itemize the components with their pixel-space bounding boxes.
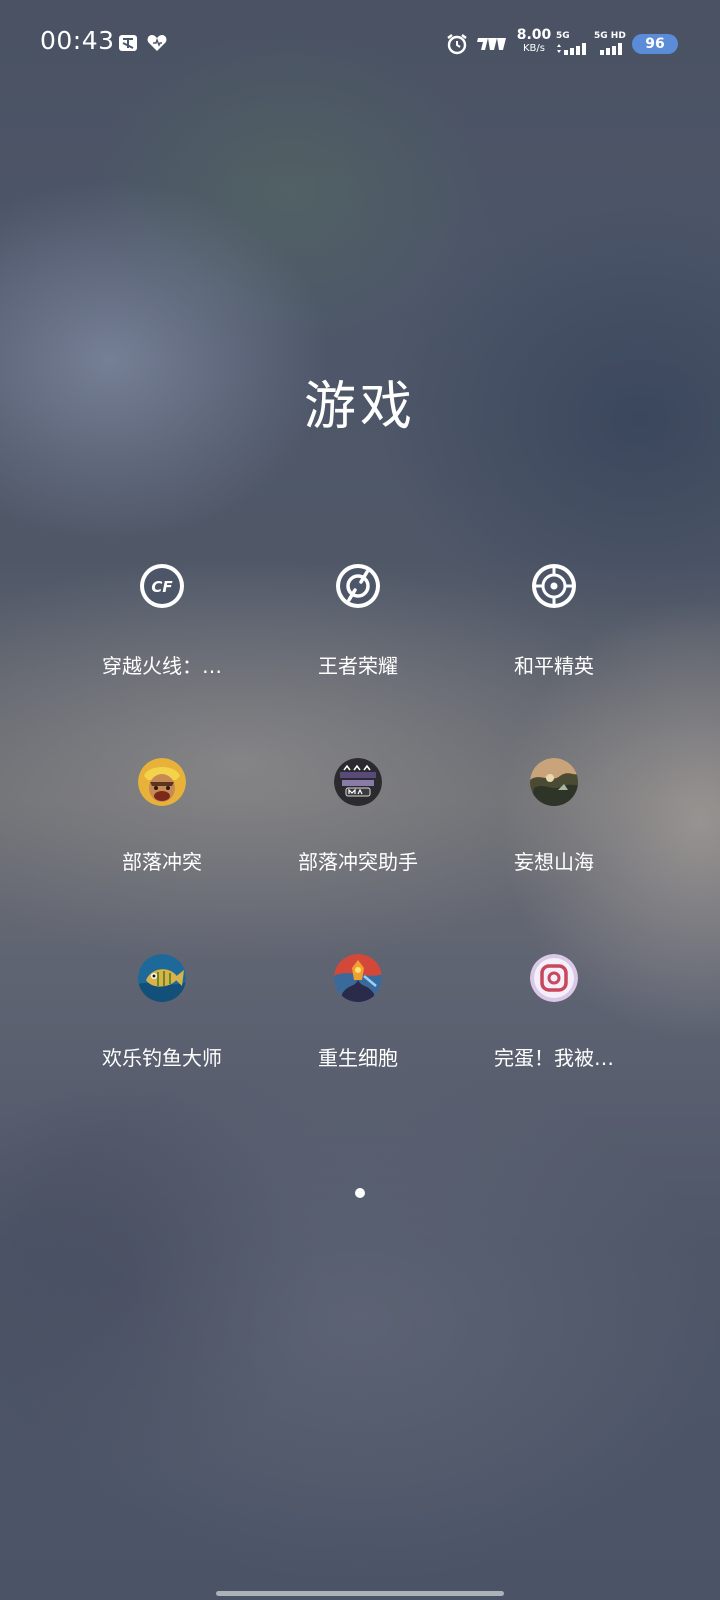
app-label: 重生细胞 xyxy=(318,1046,398,1070)
game-app-icon xyxy=(530,954,578,1002)
fishing-master-icon xyxy=(138,954,186,1002)
folder-title[interactable]: 游戏 xyxy=(0,364,720,439)
alarm-icon xyxy=(447,34,467,55)
page-indicator-dot xyxy=(355,1188,365,1198)
signal-icon xyxy=(557,43,586,55)
clash-of-clans-icon xyxy=(138,758,186,806)
signal-icon xyxy=(600,43,622,55)
sim2-network-label: 5G HD xyxy=(594,31,626,41)
text-notification-icon xyxy=(119,35,137,51)
app-label: 穿越火线：… xyxy=(102,654,222,678)
app-mountains-seas[interactable]: 妄想山海 xyxy=(456,758,652,918)
crossfire-cf-icon: CF xyxy=(140,564,184,608)
app-game-9[interactable]: 完蛋！我被… xyxy=(456,954,652,1114)
app-dead-cells[interactable]: 重生细胞 xyxy=(260,954,456,1114)
clash-helper-icon xyxy=(334,758,382,806)
home-indicator-bar[interactable] xyxy=(216,1591,504,1596)
carrier-logo-icon xyxy=(477,38,506,50)
mountains-seas-icon xyxy=(530,758,578,806)
honor-of-kings-icon xyxy=(336,564,380,608)
sim1-network-label: 5G xyxy=(556,31,570,41)
network-speed: 8.00 KB/s xyxy=(516,27,552,55)
app-label: 欢乐钓鱼大师 xyxy=(102,1046,222,1070)
dead-cells-icon xyxy=(334,954,382,1002)
app-label: 完蛋！我被… xyxy=(494,1046,614,1070)
heart-icon xyxy=(147,35,167,51)
crosshair-target-icon xyxy=(532,564,576,608)
status-time: 00:43 xyxy=(40,26,115,55)
app-label: 部落冲突 xyxy=(122,850,202,874)
app-label: 和平精英 xyxy=(514,654,594,678)
network-speed-value: 8.00 xyxy=(516,27,552,43)
app-clash-of-clans[interactable]: 部落冲突 xyxy=(64,758,260,918)
battery-level: 96 xyxy=(632,34,678,54)
app-crossfire[interactable]: CF 穿越火线：… xyxy=(64,562,260,722)
app-label: 妄想山海 xyxy=(514,850,594,874)
app-honor-of-kings[interactable]: 王者荣耀 xyxy=(260,562,456,722)
network-speed-unit: KB/s xyxy=(523,43,545,54)
app-clash-helper[interactable]: 部落冲突助手 xyxy=(260,758,456,918)
app-peace-elite[interactable]: 和平精英 xyxy=(456,562,652,722)
status-bar: 00:43 8.00 KB/s 5G 5G HD 96 xyxy=(0,0,720,90)
svg-text:CF: CF xyxy=(151,578,173,596)
app-fishing-master[interactable]: 欢乐钓鱼大师 xyxy=(64,954,260,1114)
app-label: 王者荣耀 xyxy=(318,654,398,678)
app-label: 部落冲突助手 xyxy=(298,850,418,874)
